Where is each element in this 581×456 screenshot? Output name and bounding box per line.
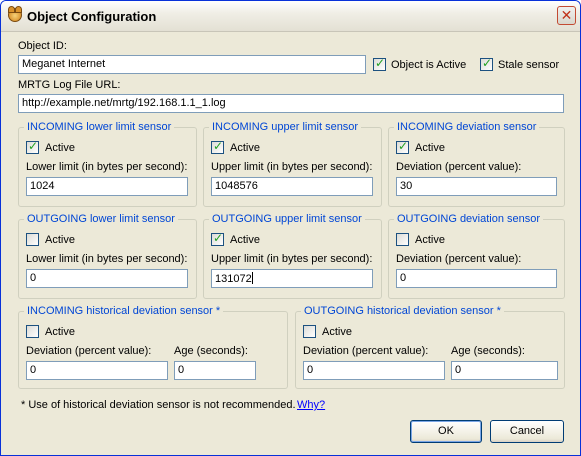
outgoing-lower-active-checkbox[interactable] <box>26 233 39 246</box>
incoming-deviation-input[interactable]: 30 <box>396 177 557 196</box>
incoming-upper-limit-label: Upper limit (in bytes per second): <box>211 161 373 173</box>
outgoing-upper-limit-title: OUTGOING upper limit sensor <box>209 213 365 225</box>
object-active-checkbox[interactable] <box>373 56 386 71</box>
outgoing-deviation-label: Deviation (percent value): <box>396 253 522 265</box>
incoming-lower-limit-input[interactable]: 1024 <box>26 177 188 196</box>
outgoing-historical-deviation-label: Deviation (percent value): <box>303 345 429 357</box>
outgoing-historical-active-checkbox[interactable] <box>303 325 316 338</box>
why-link[interactable]: Why? <box>297 399 325 411</box>
incoming-lower-limit-title: INCOMING lower limit sensor <box>24 121 175 133</box>
close-button[interactable]: ✕ <box>557 6 576 25</box>
incoming-deviation-active-checkbox[interactable] <box>396 139 409 154</box>
incoming-lower-limit-group: INCOMING lower limit sensor Active Lower… <box>18 121 197 207</box>
incoming-upper-active-label: Active <box>230 142 260 154</box>
incoming-historical-deviation-input[interactable]: 0 <box>26 361 168 380</box>
stale-sensor-label: Stale sensor <box>498 59 560 71</box>
incoming-upper-active-checkbox[interactable] <box>211 139 224 154</box>
cat-app-icon <box>8 6 22 22</box>
outgoing-lower-limit-label: Lower limit (in bytes per second): <box>26 253 188 265</box>
incoming-lower-limit-label: Lower limit (in bytes per second): <box>26 161 188 173</box>
outgoing-historical-age-label: Age (seconds): <box>451 345 525 357</box>
incoming-deviation-title: INCOMING deviation sensor <box>394 121 540 133</box>
outgoing-upper-active-label: Active <box>230 234 260 246</box>
mrtg-url-label: MRTG Log File URL: <box>18 79 121 91</box>
outgoing-deviation-group: OUTGOING deviation sensor Active Deviati… <box>388 213 565 299</box>
outgoing-historical-deviation-input[interactable]: 0 <box>303 361 445 380</box>
incoming-lower-active-checkbox[interactable] <box>26 139 39 154</box>
outgoing-historical-title: OUTGOING historical deviation sensor * <box>301 305 504 317</box>
incoming-historical-deviation-label: Deviation (percent value): <box>26 345 152 357</box>
incoming-deviation-label: Deviation (percent value): <box>396 161 522 173</box>
incoming-historical-active-checkbox[interactable] <box>26 325 39 338</box>
mrtg-url-input[interactable]: http://example.net/mrtg/192.168.1.1_1.lo… <box>18 94 564 113</box>
ok-button[interactable]: OK <box>410 420 482 443</box>
outgoing-upper-limit-group: OUTGOING upper limit sensor Active Upper… <box>203 213 382 299</box>
outgoing-deviation-title: OUTGOING deviation sensor <box>394 213 544 225</box>
text-caret <box>251 272 253 284</box>
outgoing-deviation-active-checkbox[interactable] <box>396 233 409 246</box>
incoming-historical-age-label: Age (seconds): <box>174 345 248 357</box>
stale-sensor-checkbox[interactable] <box>480 56 493 71</box>
cancel-button[interactable]: Cancel <box>490 420 564 443</box>
incoming-historical-title: INCOMING historical deviation sensor * <box>24 305 224 317</box>
outgoing-upper-limit-label: Upper limit (in bytes per second): <box>211 253 373 265</box>
window-title: Object Configuration <box>27 9 157 24</box>
object-id-label: Object ID: <box>18 40 67 52</box>
outgoing-lower-limit-title: OUTGOING lower limit sensor <box>24 213 178 225</box>
incoming-deviation-group: INCOMING deviation sensor Active Deviati… <box>388 121 565 207</box>
incoming-historical-age-input[interactable]: 0 <box>174 361 256 380</box>
outgoing-deviation-active-label: Active <box>415 234 445 246</box>
outgoing-lower-active-label: Active <box>45 234 75 246</box>
outgoing-historical-age-input[interactable]: 0 <box>451 361 558 380</box>
incoming-historical-group: INCOMING historical deviation sensor * A… <box>18 305 288 389</box>
historical-warning-note: * Use of historical deviation sensor is … <box>21 399 296 411</box>
outgoing-deviation-input[interactable]: 0 <box>396 269 557 288</box>
incoming-upper-limit-input[interactable]: 1048576 <box>211 177 373 196</box>
incoming-lower-active-label: Active <box>45 142 75 154</box>
outgoing-upper-limit-input[interactable]: 131072 <box>211 269 373 288</box>
object-active-label: Object is Active <box>391 59 467 71</box>
incoming-deviation-active-label: Active <box>415 142 445 154</box>
incoming-historical-active-label: Active <box>45 326 75 338</box>
outgoing-lower-limit-group: OUTGOING lower limit sensor Active Lower… <box>18 213 197 299</box>
outgoing-upper-limit-value: 131072 <box>215 273 252 285</box>
title-bar[interactable]: Object Configuration ✕ <box>1 1 580 32</box>
incoming-upper-limit-group: INCOMING upper limit sensor Active Upper… <box>203 121 382 207</box>
outgoing-historical-group: OUTGOING historical deviation sensor * A… <box>295 305 565 389</box>
outgoing-upper-active-checkbox[interactable] <box>211 231 224 246</box>
outgoing-historical-active-label: Active <box>322 326 352 338</box>
incoming-upper-limit-title: INCOMING upper limit sensor <box>209 121 362 133</box>
object-configuration-dialog: Object Configuration ✕ Object ID: Megane… <box>0 0 581 456</box>
outgoing-lower-limit-input[interactable]: 0 <box>26 269 188 288</box>
object-id-input[interactable]: Meganet Internet <box>18 55 366 74</box>
